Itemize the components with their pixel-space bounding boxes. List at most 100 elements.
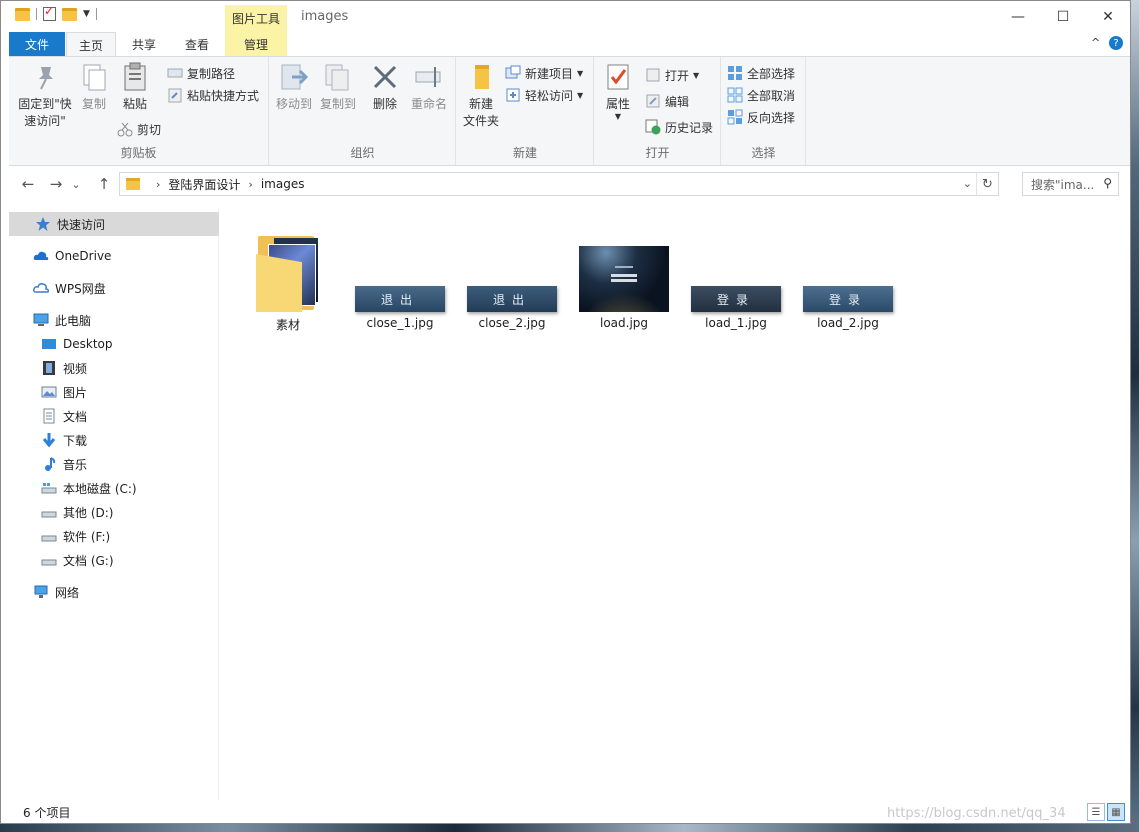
up-arrow-icon[interactable]: ↑ — [93, 173, 115, 195]
move-to-button[interactable]: 移动到 — [274, 61, 314, 113]
watermark-text: https://blog.csdn.net/qq_34 — [887, 806, 1066, 821]
paste-shortcut-button[interactable]: 粘贴快捷方式 — [167, 85, 259, 105]
properties-button[interactable]: 属性 ▼ — [601, 61, 635, 121]
image-thumbnail: 退出 — [355, 286, 445, 312]
separator — [36, 8, 37, 20]
select-all-label: 全部选择 — [747, 66, 796, 81]
history-icon — [645, 119, 661, 135]
tab-file[interactable]: 文件 — [9, 32, 65, 56]
minimize-button[interactable]: — — [995, 1, 1041, 32]
copy-button[interactable]: 复制 — [77, 61, 111, 113]
paste-label: 粘贴 — [122, 97, 147, 111]
rename-icon — [413, 61, 445, 93]
customize-dropdown-icon[interactable]: ▼ — [83, 9, 90, 19]
details-view-icon[interactable]: ☰ — [1087, 803, 1105, 821]
file-name: close_1.jpg — [366, 316, 434, 330]
scissors-icon — [117, 121, 133, 137]
file-thumbnail — [568, 222, 680, 312]
tab-home[interactable]: 主页 — [66, 32, 116, 57]
select-none-label: 全部取消 — [747, 88, 796, 103]
sidebar-item-pictures[interactable]: 图片 — [9, 380, 219, 404]
sidebar-item-drive-f[interactable]: 软件 (F:) — [9, 524, 219, 548]
new-item-icon — [505, 65, 521, 81]
chevron-right-icon[interactable]: › — [248, 178, 252, 191]
edit-button[interactable]: 编辑 — [645, 91, 689, 111]
tab-manage[interactable]: 管理 — [225, 32, 287, 56]
sidebar-item-onedrive[interactable]: OneDrive — [9, 244, 219, 268]
search-input[interactable]: 搜索"ima... ⚲ — [1022, 172, 1119, 196]
search-placeholder: 搜索"ima... — [1031, 177, 1095, 192]
invert-selection-button[interactable]: 反向选择 — [727, 107, 795, 127]
sidebar-item-videos[interactable]: 视频 — [9, 356, 219, 380]
delete-button[interactable]: 删除 — [368, 61, 402, 113]
window-title: images — [301, 9, 349, 24]
pin-quick-access-button[interactable]: 固定到"快 速访问" — [15, 61, 75, 130]
file-item-image[interactable]: 退出 close_2.jpg — [456, 222, 568, 330]
select-none-icon — [727, 87, 743, 103]
sidebar-item-downloads[interactable]: 下载 — [9, 428, 219, 452]
breadcrumb-current[interactable]: images — [261, 177, 305, 191]
search-icon[interactable]: ⚲ — [1103, 176, 1112, 190]
tab-share[interactable]: 共享 — [119, 32, 169, 56]
back-arrow-icon[interactable]: ← — [17, 173, 39, 195]
new-item-button[interactable]: 新建项目 ▼ — [505, 63, 583, 83]
copy-path-button[interactable]: 复制路径 — [167, 63, 235, 83]
properties-check-icon[interactable] — [43, 4, 56, 21]
chevron-down-icon[interactable]: ⌄ — [963, 177, 972, 190]
sidebar-item-quick-access[interactable]: 快速访问 — [9, 212, 219, 236]
file-item-image[interactable]: 退出 close_1.jpg — [344, 222, 456, 330]
document-icon — [41, 408, 57, 424]
history-button[interactable]: 历史记录 — [645, 117, 713, 137]
file-item-image[interactable]: load.jpg — [568, 222, 680, 330]
file-name: load_2.jpg — [817, 316, 879, 330]
open-button[interactable]: 打开 ▼ — [645, 65, 699, 85]
tab-view[interactable]: 查看 — [172, 32, 222, 56]
new-group: 新建 文件夹 新建项目 ▼ 轻松访问 ▼ 新建 — [457, 57, 594, 165]
drive-icon — [41, 504, 57, 520]
sidebar-item-label: 文档 — [63, 409, 88, 424]
file-item-image[interactable]: 登录 load_1.jpg — [680, 222, 792, 330]
desktop-background-bottom — [0, 824, 1139, 832]
refresh-icon[interactable]: ↻ — [976, 173, 998, 195]
rename-button[interactable]: 重命名 — [408, 61, 450, 113]
select-none-button[interactable]: 全部取消 — [727, 85, 795, 105]
sidebar-item-drive-d[interactable]: 其他 (D:) — [9, 500, 219, 524]
recent-locations-icon[interactable]: ⌄ — [69, 173, 83, 195]
maximize-button[interactable]: ☐ — [1040, 1, 1086, 32]
easy-access-label: 轻松访问 — [525, 88, 574, 103]
sidebar-item-label: 此电脑 — [55, 313, 92, 328]
collapse-ribbon-icon[interactable]: ^ — [1091, 36, 1100, 49]
select-all-button[interactable]: 全部选择 — [727, 63, 795, 83]
forward-arrow-icon[interactable]: → — [45, 173, 67, 195]
help-icon[interactable]: ? — [1109, 36, 1123, 50]
close-button[interactable]: ✕ — [1085, 1, 1131, 32]
sidebar-item-music[interactable]: 音乐 — [9, 452, 219, 476]
sidebar-item-label: 下载 — [63, 433, 88, 448]
sidebar-item-wps[interactable]: WPS网盘 — [9, 276, 219, 300]
large-icons-view-icon[interactable]: ▦ — [1107, 803, 1125, 821]
breadcrumb-parent[interactable]: 登陆界面设计 — [168, 176, 240, 193]
sidebar-item-network[interactable]: 网络 — [9, 580, 219, 604]
drive-icon — [41, 480, 57, 496]
file-item-folder[interactable]: 素材 — [232, 222, 344, 333]
new-folder-button[interactable]: 新建 文件夹 — [461, 61, 501, 130]
new-group-label: 新建 — [512, 146, 537, 160]
file-list-pane: 素材 退出 close_1.jpg 退出 close_2.jpg load.jp… — [221, 208, 1130, 800]
easy-access-button[interactable]: 轻松访问 ▼ — [505, 85, 583, 105]
sidebar-item-drive-g[interactable]: 文档 (G:) — [9, 548, 219, 572]
sidebar-item-documents[interactable]: 文档 — [9, 404, 219, 428]
sidebar-item-label: 文档 (G:) — [63, 553, 114, 568]
paste-button[interactable]: 粘贴 — [115, 61, 155, 113]
address-bar[interactable]: › 登陆界面设计 › images ⌄ ↻ — [119, 172, 999, 196]
properties-label: 属性 — [605, 97, 630, 111]
chevron-right-icon[interactable]: › — [156, 178, 160, 191]
sidebar-item-this-pc[interactable]: 此电脑 — [9, 308, 219, 332]
copy-to-button[interactable]: 复制到 — [318, 61, 358, 113]
explorer-window: ▼ 图片工具 images — ☐ ✕ 文件 主页 共享 查看 管理 ^ ? 固… — [0, 0, 1131, 824]
cut-button[interactable]: 剪切 — [117, 119, 161, 139]
drive-icon — [41, 552, 57, 568]
sidebar-item-drive-c[interactable]: 本地磁盘 (C:) — [9, 476, 219, 500]
sidebar-item-desktop[interactable]: Desktop — [9, 332, 219, 356]
new-folder-icon[interactable] — [62, 7, 77, 21]
file-item-image[interactable]: 登录 load_2.jpg — [792, 222, 904, 330]
